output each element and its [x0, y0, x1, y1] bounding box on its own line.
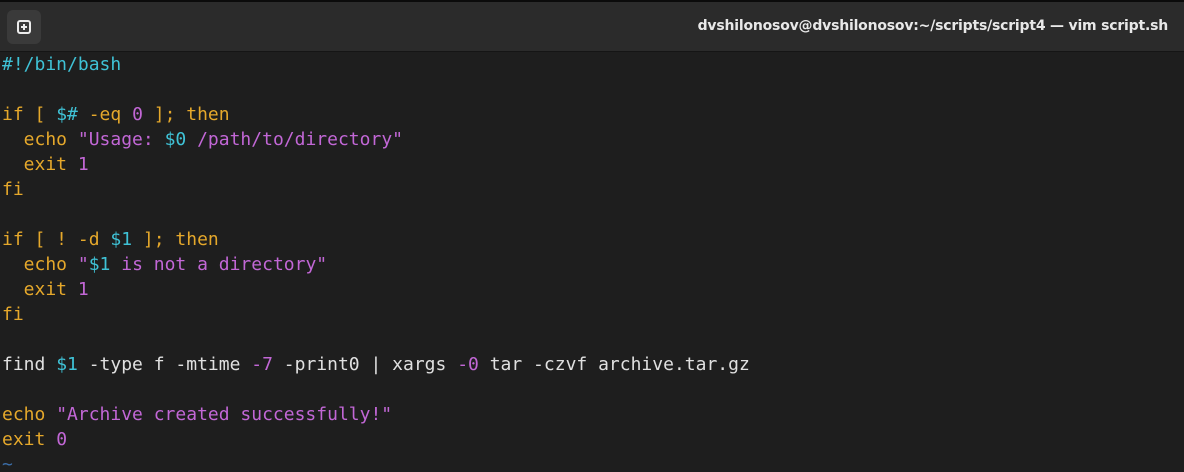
code-token-variable: $1	[88, 254, 111, 275]
code-token-keyword: ]; then	[142, 104, 230, 125]
code-token-string: "Archive created successfully!"	[56, 404, 393, 425]
code-token-default: -type f -mtime	[77, 354, 252, 375]
code-token-string: "Usage:	[77, 129, 165, 150]
code-token-string: /path/to/directory"	[186, 129, 403, 150]
code-line: echo "$1 is not a directory"	[2, 252, 1182, 277]
code-line: echo "Archive created successfully!"	[2, 402, 1182, 427]
code-line: if [ ! -d $1 ]; then	[2, 227, 1182, 252]
code-token-keyword: echo	[2, 254, 78, 275]
code-token-string: "	[77, 254, 89, 275]
vim-editor-buffer[interactable]: #!/bin/bash if [ $# -eq 0 ]; then echo "…	[2, 52, 1182, 472]
code-token-number: 0	[56, 429, 68, 450]
code-token-number: -7	[251, 354, 273, 375]
code-token-keyword: fi	[2, 304, 24, 325]
new-tab-button[interactable]	[7, 10, 41, 44]
code-line: fi	[2, 177, 1182, 202]
code-token-number: 1	[77, 279, 89, 300]
code-token-keyword: exit	[2, 154, 78, 175]
code-token-tilde: ~	[2, 454, 13, 472]
code-token-variable: $#	[56, 104, 78, 125]
code-token-keyword: echo	[2, 404, 57, 425]
code-line: echo "Usage: $0 /path/to/directory"	[2, 127, 1182, 152]
code-token-default: find	[2, 354, 57, 375]
code-token-default: -print0 | xargs	[272, 354, 458, 375]
code-token-string: is not a directory"	[110, 254, 328, 275]
code-line: exit 1	[2, 277, 1182, 302]
code-token-keyword: fi	[2, 179, 24, 200]
code-token-keyword: if [	[2, 104, 57, 125]
code-token-default: tar -czvf archive.tar.gz	[478, 354, 750, 375]
title-bar: dvshilonosov@dvshilonosov:~/scripts/scri…	[0, 0, 1184, 52]
code-token-keyword: -eq	[77, 104, 133, 125]
new-tab-icon	[17, 20, 31, 34]
code-token-number: 1	[77, 154, 89, 175]
code-token-keyword: echo	[2, 129, 78, 150]
code-line: exit 1	[2, 152, 1182, 177]
code-line: fi	[2, 302, 1182, 327]
window-title: dvshilonosov@dvshilonosov:~/scripts/scri…	[697, 18, 1169, 34]
code-token-keyword: if [ ! -d	[2, 229, 111, 250]
code-line: if [ $# -eq 0 ]; then	[2, 102, 1182, 127]
code-token-keyword: ]; then	[132, 229, 219, 250]
code-token-variable: $1	[56, 354, 78, 375]
code-token-variable: $0	[164, 129, 187, 150]
code-token-keyword: exit	[2, 279, 78, 300]
code-line: #!/bin/bash	[2, 52, 1182, 77]
code-token-shebang: #!/bin/bash	[2, 54, 122, 75]
code-token-keyword: exit	[2, 429, 57, 450]
empty-buffer-tilde: ~	[2, 452, 1182, 472]
code-line: exit 0	[2, 427, 1182, 452]
code-token-number: 0	[132, 104, 143, 125]
code-token-variable: $1	[110, 229, 133, 250]
code-line: find $1 -type f -mtime -7 -print0 | xarg…	[2, 352, 1182, 377]
terminal-window: dvshilonosov@dvshilonosov:~/scripts/scri…	[0, 0, 1184, 472]
code-token-number: -0	[457, 354, 479, 375]
